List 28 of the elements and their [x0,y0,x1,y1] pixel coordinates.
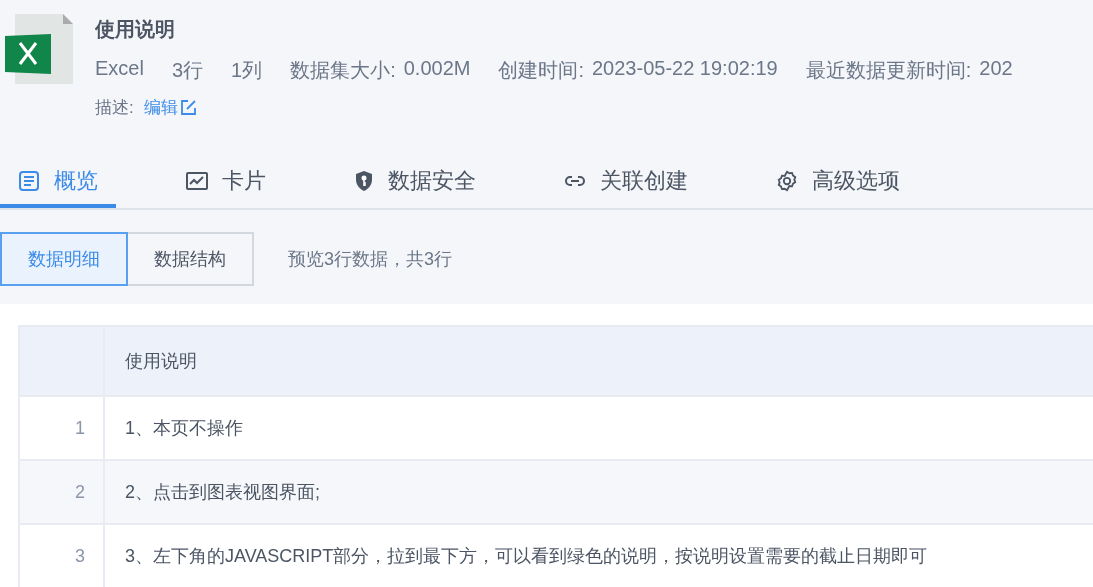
settings-icon [776,170,798,192]
tab[interactable]: 高级选项 [758,158,918,208]
tab[interactable]: 卡片 [168,158,284,208]
preview-note: 预览3行数据，共3行 [288,248,453,271]
meta-value: 202 [979,57,1013,80]
chart-icon [186,171,208,191]
dataset-title: 使用说明 [95,17,175,42]
meta-label: 最近数据更新时间: [805,58,972,83]
meta-value: 2023-05-22 19:02:19 [592,57,778,80]
tab[interactable]: 数据安全 [336,158,494,208]
excel-file-icon [5,14,73,84]
table-cell: 2、点击到图表视图界面; [104,460,1093,524]
column-count: 1列 [231,58,263,83]
list-icon [18,170,40,192]
file-type: Excel [95,57,144,80]
column-header: 使用说明 [104,326,1093,396]
shield-key-icon [354,170,374,192]
row-number: 2 [19,460,104,524]
meta-value: 0.002M [403,57,471,80]
description-label: 描述: [95,97,134,119]
meta-label: 创建时间: [498,58,584,83]
tab[interactable]: 关联创建 [546,158,706,208]
edit-icon [179,99,197,116]
row-count: 3行 [171,58,204,83]
view-tab[interactable]: 数据结构 [128,232,254,286]
row-number: 3 [19,524,104,587]
meta-label: 数据集大小: [290,58,396,83]
link-icon [564,174,586,188]
